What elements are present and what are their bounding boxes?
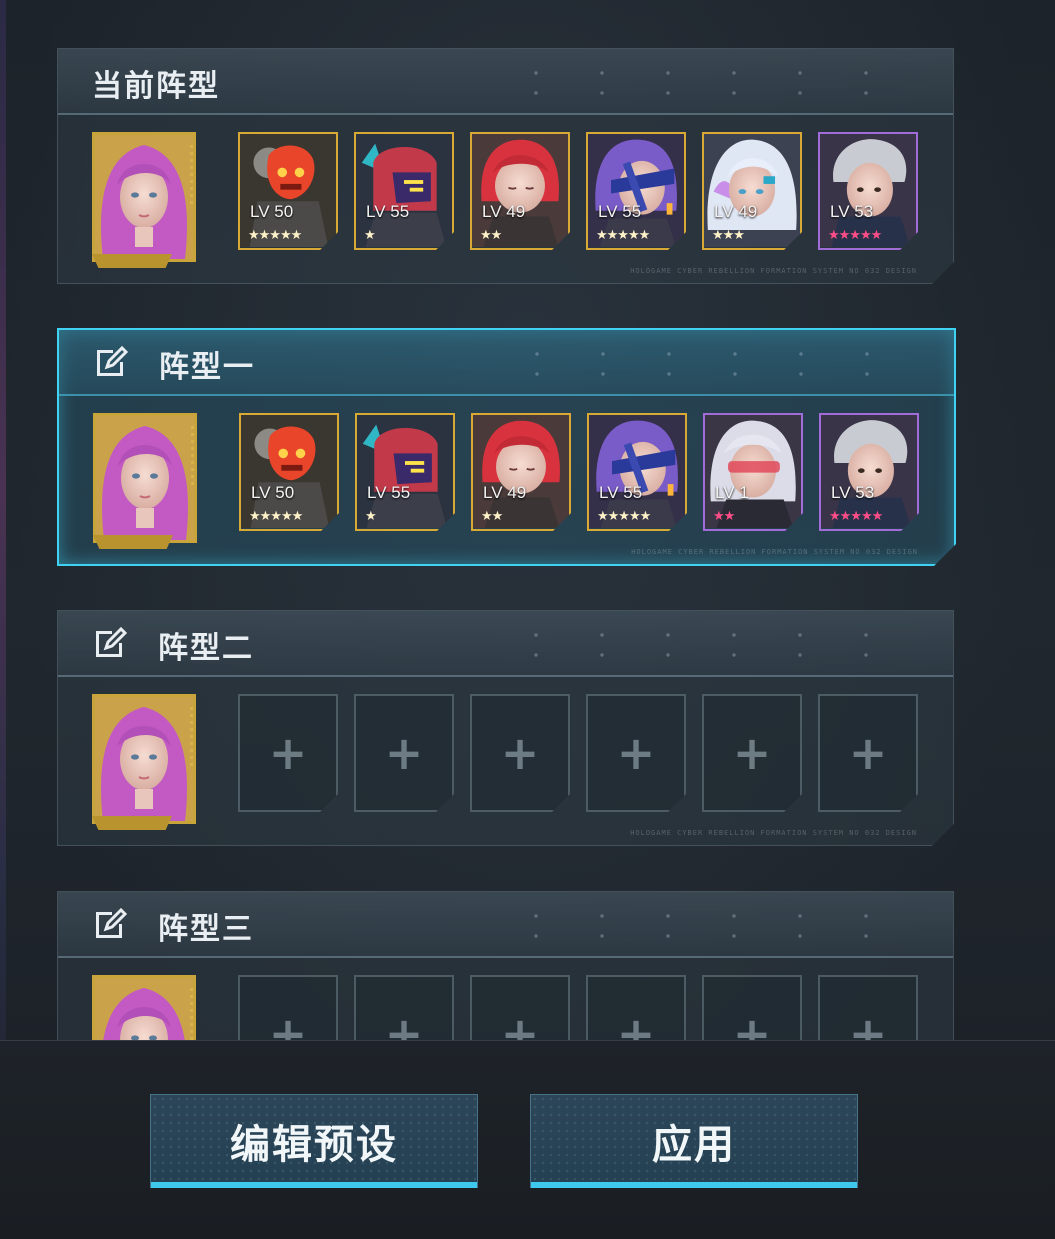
panel-title: 当前阵型: [92, 69, 220, 104]
pink-hair-girl-icon: [96, 416, 194, 540]
leader-portrait[interactable]: [92, 694, 196, 824]
hero-stars: ★★★: [712, 228, 744, 243]
formation-list[interactable]: 当前阵型 LV 50 ★★★★★ LV 55 ★ LV 49 ★★ LV 55 …: [0, 0, 1055, 1040]
empty-hero-slot[interactable]: +: [586, 694, 686, 812]
hero-level: LV 55: [598, 202, 642, 221]
panel-title: 阵型三: [158, 912, 254, 947]
hero-slot[interactable]: LV 55 ★: [355, 413, 455, 531]
hero-stars: ★★★★★: [828, 228, 882, 243]
panel-title: 阵型二: [158, 631, 254, 666]
edit-icon[interactable]: [92, 625, 128, 661]
add-icon: +: [732, 1007, 772, 1040]
empty-hero-slot[interactable]: +: [238, 694, 338, 812]
hero-level: LV 49: [483, 483, 527, 502]
hero-slot[interactable]: LV 49 ★★: [471, 413, 571, 531]
apply-button[interactable]: 应用: [530, 1094, 858, 1188]
pink-hair-girl-icon: [95, 697, 193, 821]
add-icon: +: [384, 1007, 424, 1040]
button-label: 编辑预设: [230, 1122, 398, 1168]
empty-hero-slot[interactable]: +: [702, 975, 802, 1040]
hero-level: LV 49: [714, 202, 758, 221]
edit-icon[interactable]: [93, 344, 129, 380]
hero-slot[interactable]: LV 50 ★★★★★: [238, 132, 338, 250]
panel-header: 阵型三: [58, 892, 953, 958]
hero-level: LV 49: [482, 202, 526, 221]
leader-tab: [92, 816, 172, 830]
add-icon: +: [616, 1007, 656, 1040]
empty-hero-slot[interactable]: +: [818, 975, 918, 1040]
hero-stars: ★★★★★: [596, 228, 650, 243]
empty-hero-slot[interactable]: +: [702, 694, 802, 812]
header-dot-pattern: [503, 63, 923, 103]
add-icon: +: [268, 726, 308, 780]
empty-hero-slot[interactable]: +: [586, 975, 686, 1040]
hero-slot[interactable]: LV 53 ★★★★★: [819, 413, 919, 531]
hero-stars: ★: [364, 228, 375, 243]
edit-preset-button[interactable]: 编辑预设: [150, 1094, 478, 1188]
hero-stars: ★★★★★: [829, 509, 883, 524]
hero-slot[interactable]: LV 55 ★: [354, 132, 454, 250]
empty-hero-slot[interactable]: +: [354, 694, 454, 812]
add-icon: +: [268, 1007, 308, 1040]
empty-hero-slot[interactable]: +: [818, 694, 918, 812]
hero-level: LV 55: [367, 483, 411, 502]
empty-hero-slot[interactable]: +: [470, 975, 570, 1040]
hero-stars: ★★: [481, 509, 503, 524]
leader-portrait[interactable]: [92, 132, 196, 262]
header-dot-pattern: [503, 906, 923, 946]
empty-hero-slot[interactable]: +: [354, 975, 454, 1040]
add-icon: +: [384, 726, 424, 780]
decorative-micro-text: HOLOGAME CYBER REBELLION FORMATION SYSTE…: [630, 829, 917, 837]
hero-stars: ★★★★★: [248, 228, 302, 243]
current-formation-panel: 当前阵型 LV 50 ★★★★★ LV 55 ★ LV 49 ★★ LV 55 …: [57, 48, 954, 284]
formation-1-panel[interactable]: 阵型一 LV 50 ★★★★★ LV 55 ★ LV 49 ★★ LV 55 ★…: [57, 328, 956, 566]
hero-slot[interactable]: LV 49 ★★★: [702, 132, 802, 250]
hero-level: LV 53: [830, 202, 874, 221]
empty-hero-slot[interactable]: +: [470, 694, 570, 812]
add-icon: +: [500, 726, 540, 780]
hero-stars: ★★★★★: [597, 509, 651, 524]
formation-3-panel[interactable]: 阵型三 + + + + + +: [57, 891, 954, 1040]
header-dot-pattern: [504, 344, 924, 384]
hero-slot[interactable]: LV 55 ★★★★★: [586, 132, 686, 250]
formation-2-panel[interactable]: 阵型二 + + + + + + HOLOGAME CYBER REBELLION…: [57, 610, 954, 846]
pink-hair-girl-icon: [95, 135, 193, 259]
add-icon: +: [616, 726, 656, 780]
header-dot-pattern: [503, 625, 923, 665]
add-icon: +: [848, 1007, 888, 1040]
hero-level: LV 53: [831, 483, 875, 502]
add-icon: +: [500, 1007, 540, 1040]
hero-stars: ★★: [480, 228, 502, 243]
panel-header: 当前阵型: [58, 49, 953, 115]
leader-tab: [93, 535, 173, 549]
add-icon: +: [848, 726, 888, 780]
hero-slot[interactable]: LV 50 ★★★★★: [239, 413, 339, 531]
panel-header: 阵型一: [59, 330, 954, 396]
empty-hero-slot[interactable]: +: [238, 975, 338, 1040]
panel-title: 阵型一: [159, 350, 255, 385]
hero-level: LV 55: [366, 202, 410, 221]
hero-level: LV 50: [250, 202, 294, 221]
leader-tab: [92, 254, 172, 268]
hero-slot[interactable]: LV 1 ★★: [703, 413, 803, 531]
hero-slot[interactable]: LV 55 ★★★★★: [587, 413, 687, 531]
hero-stars: ★: [365, 509, 376, 524]
hero-stars: ★★★★★: [249, 509, 303, 524]
hero-level: LV 55: [599, 483, 643, 502]
hero-slot[interactable]: LV 49 ★★: [470, 132, 570, 250]
leader-portrait[interactable]: [92, 975, 196, 1040]
edit-icon[interactable]: [92, 906, 128, 942]
decorative-micro-text: HOLOGAME CYBER REBELLION FORMATION SYSTE…: [631, 548, 918, 556]
add-icon: +: [732, 726, 772, 780]
decorative-micro-text: HOLOGAME CYBER REBELLION FORMATION SYSTE…: [630, 267, 917, 275]
panel-header: 阵型二: [58, 611, 953, 677]
hero-level: LV 50: [251, 483, 295, 502]
button-label: 应用: [652, 1122, 736, 1168]
hero-slot[interactable]: LV 53 ★★★★★: [818, 132, 918, 250]
leader-portrait[interactable]: [93, 413, 197, 543]
hero-level: LV 1: [715, 483, 749, 502]
pink-hair-girl-icon: [95, 978, 193, 1040]
hero-stars: ★★: [713, 509, 735, 524]
